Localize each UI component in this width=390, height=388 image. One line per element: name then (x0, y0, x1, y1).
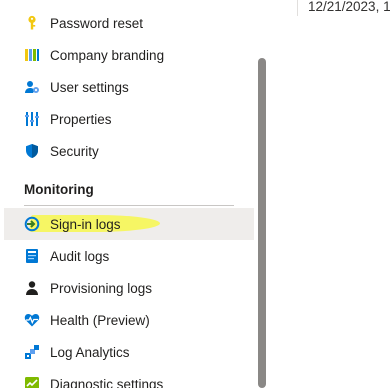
sidebar-nav: Password reset Company branding User set… (0, 0, 256, 388)
audit-logs-icon (24, 248, 40, 264)
nav-item-label: Sign-in logs (50, 216, 121, 232)
nav-item-label: Diagnostic settings (50, 376, 164, 388)
log-analytics-icon (24, 344, 40, 360)
properties-icon (24, 111, 40, 127)
branding-icon (24, 47, 40, 63)
provisioning-logs-icon (24, 280, 40, 296)
nav-item-label: Audit logs (50, 248, 110, 264)
nav-item-properties[interactable]: Properties (4, 103, 254, 135)
nav-item-label: Company branding (50, 47, 165, 63)
nav-item-log-analytics[interactable]: Log Analytics (4, 336, 254, 368)
nav-item-label: Security (50, 143, 99, 159)
nav-item-health[interactable]: Health (Preview) (4, 304, 254, 336)
diagnostic-settings-icon (24, 376, 40, 388)
date-value: 12/21/2023, 10 (308, 0, 390, 14)
sidebar-scrollbar-thumb[interactable] (258, 58, 266, 388)
key-icon (24, 15, 40, 31)
nav-item-audit-logs[interactable]: Audit logs (4, 240, 254, 272)
nav-item-provisioning-logs[interactable]: Provisioning logs (4, 272, 254, 304)
shield-icon (24, 143, 40, 159)
section-divider (24, 205, 234, 206)
sign-in-logs-icon (24, 216, 40, 232)
section-header-monitoring: Monitoring (24, 182, 94, 197)
nav-item-label: User settings (50, 79, 129, 95)
nav-item-security[interactable]: Security (4, 135, 254, 167)
content-divider (297, 0, 298, 16)
nav-item-label: Log Analytics (50, 344, 130, 360)
nav-item-password-reset[interactable]: Password reset (4, 7, 254, 39)
nav-item-label: Properties (50, 111, 112, 127)
health-icon (24, 312, 40, 328)
nav-item-user-settings[interactable]: User settings (4, 71, 254, 103)
nav-item-company-branding[interactable]: Company branding (4, 39, 254, 71)
nav-item-label: Password reset (50, 15, 144, 31)
nav-item-label: Provisioning logs (50, 280, 153, 296)
nav-item-label: Health (Preview) (50, 312, 150, 328)
user-settings-icon (24, 79, 40, 95)
nav-item-diagnostic-settings[interactable]: Diagnostic settings (4, 368, 254, 388)
